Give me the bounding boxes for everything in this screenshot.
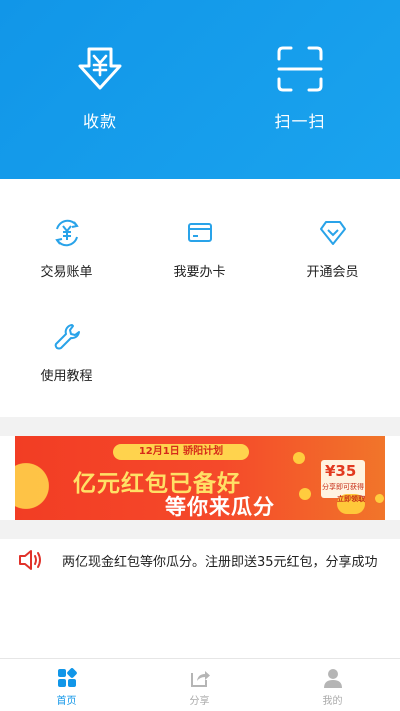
envelope-amount: ¥35 (325, 462, 357, 480)
collect-label: 收款 (82, 112, 117, 131)
grid-label-tutorial: 使用教程 (40, 369, 93, 384)
announcement-bar[interactable]: 两亿现金红包等你瓜分。注册即送35元红包，分享成功 (0, 540, 400, 580)
header-panel: 收款 扫一扫 (0, 0, 400, 179)
profile-icon (323, 669, 342, 688)
grid-label-membership: 开通会员 (306, 265, 359, 280)
grid-item-apply-card[interactable]: 我要办卡 (133, 217, 266, 280)
tab-label-home: 首页 (56, 696, 77, 707)
promo-banner[interactable]: 12月1日 骄阳计划 亿元红包已备好 等你来瓜分 ¥35 分享即可获得 立即领取 (15, 436, 385, 520)
section-divider (0, 417, 400, 436)
claim-button: 立即领取 (337, 494, 365, 514)
scan-frame-icon (277, 46, 323, 92)
tab-share[interactable]: 分享 (133, 659, 266, 711)
tab-profile[interactable]: 我的 (266, 659, 399, 711)
coin-decoration (293, 452, 305, 464)
share-icon (190, 671, 210, 687)
announcement-text: 两亿现金红包等你瓜分。注册即送35元红包，分享成功 (62, 555, 378, 570)
wrench-icon (54, 324, 80, 350)
scan-label: 扫一扫 (274, 112, 326, 131)
speaker-icon (19, 550, 41, 570)
diamond-icon (319, 221, 346, 245)
feature-grid: 交易账单 我要办卡 开通会员 使用教程 (0, 179, 400, 417)
coin-decoration (375, 494, 384, 503)
scan-button[interactable]: 扫一扫 (240, 44, 360, 134)
card-icon (187, 223, 212, 242)
download-yen-icon (78, 47, 122, 90)
tab-label-profile: 我的 (322, 696, 343, 707)
tab-home[interactable]: 首页 (0, 659, 133, 711)
coin-decoration (299, 488, 311, 500)
banner-subtitle: 等你来瓜分 (165, 495, 275, 519)
banner-decoration (15, 444, 75, 514)
red-envelope: ¥35 分享即可获得 立即领取 (311, 450, 373, 514)
grid-item-membership[interactable]: 开通会员 (266, 217, 399, 280)
banner-tag: 12月1日 骄阳计划 (113, 444, 249, 460)
home-grid-icon (57, 668, 77, 687)
grid-label-transactions: 交易账单 (40, 265, 93, 280)
collect-button[interactable]: 收款 (40, 44, 160, 134)
section-divider (0, 520, 400, 539)
grid-label-apply-card: 我要办卡 (173, 265, 226, 280)
grid-item-tutorial[interactable]: 使用教程 (0, 321, 133, 384)
yen-cycle-icon (54, 219, 79, 247)
tab-label-share: 分享 (189, 696, 210, 707)
bottom-tab-bar: 首页 分享 我的 (0, 658, 400, 711)
grid-item-transactions[interactable]: 交易账单 (0, 217, 133, 280)
envelope-text: 分享即可获得 (322, 483, 364, 491)
